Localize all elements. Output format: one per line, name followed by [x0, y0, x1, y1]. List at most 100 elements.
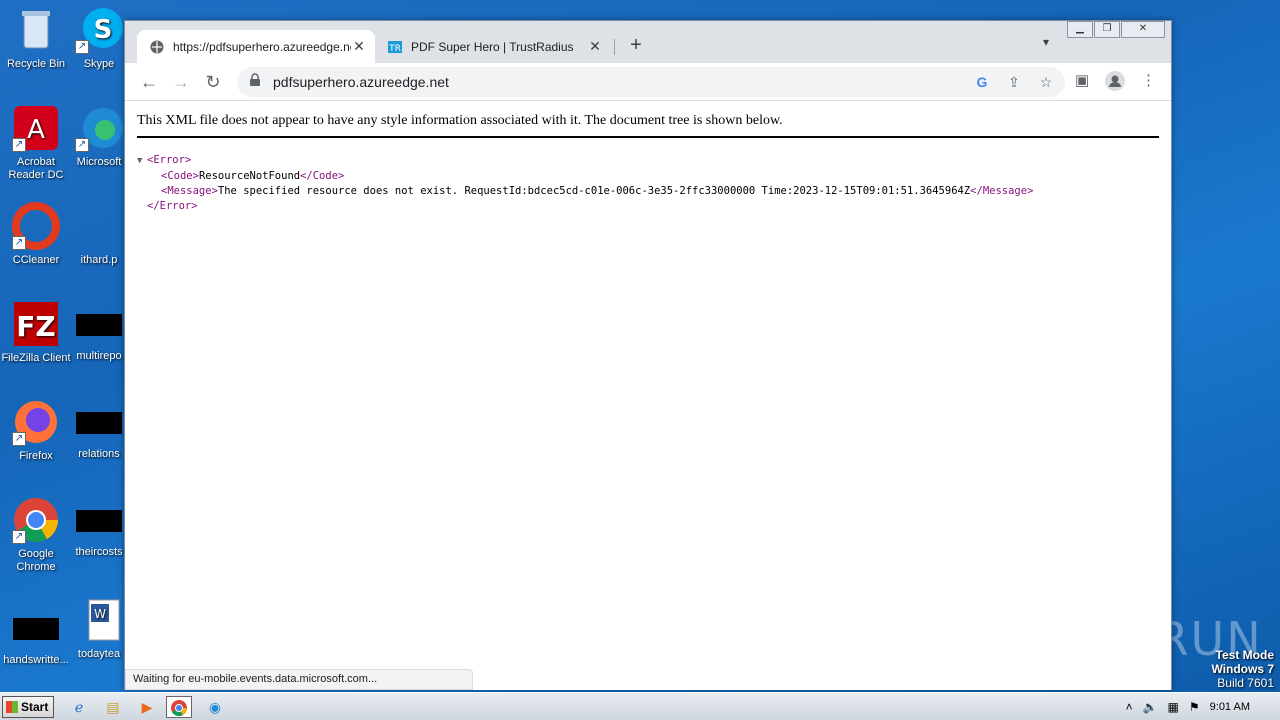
desktop-icon-label: Firefox — [19, 450, 53, 462]
xml-code-line: <Code>ResourceNotFound</Code> — [137, 169, 1033, 184]
google-icon[interactable]: G — [973, 74, 991, 90]
maximize-icon[interactable]: ❐ — [1094, 21, 1120, 38]
chrome-taskbar-icon[interactable] — [166, 696, 192, 718]
edge-taskbar-icon[interactable]: ◉ — [202, 696, 228, 718]
xml-info-header: This XML file does not appear to have an… — [137, 113, 1159, 138]
svg-text:TR: TR — [388, 44, 401, 54]
xml-tag: </Code> — [300, 170, 345, 182]
more-menu-icon[interactable]: ⋮ — [1141, 71, 1156, 89]
start-button[interactable]: Start — [2, 696, 54, 718]
taskbar: Start ℯ ▤ ▶ ◉ ˄ 🔈 ▦ ⚑ 9:01 AM — [0, 692, 1280, 720]
desktop-icon-label: Microsoft — [76, 156, 122, 168]
lock-icon[interactable] — [249, 72, 261, 92]
xml-message-line: <Message>The specified resource does not… — [137, 184, 1033, 199]
desktop-icon-ithard[interactable]: ithard.p — [72, 202, 126, 267]
shortcut-arrow-icon: ↗ — [12, 138, 26, 152]
file-explorer-icon[interactable]: ▤ — [100, 696, 126, 718]
desktop-icon-label: relations — [78, 448, 120, 460]
desktop-icon-theircosts[interactable]: theircosts — [72, 496, 126, 559]
desktop-icon-multirepo[interactable]: multirepo — [72, 300, 126, 363]
desktop-icon-acrobat[interactable]: A ↗ Acrobat Reader DC — [0, 104, 74, 182]
desktop-icon-label: CCleaner — [12, 254, 60, 266]
desktop-icon-label: theircosts — [75, 546, 123, 558]
tab-strip: https://pdfsuperhero.azureedge.net ✕ TR … — [125, 21, 1171, 63]
tab-search-chevron-icon[interactable]: ▾ — [1043, 35, 1049, 49]
desktop-icon-label: ithard.p — [80, 254, 118, 266]
clock[interactable]: 9:01 AM — [1210, 701, 1250, 713]
xml-tag: <Message> — [161, 185, 218, 197]
tab-title: https://pdfsuperhero.azureedge.net — [173, 39, 351, 54]
collapse-triangle-icon[interactable]: ▼ — [137, 154, 147, 169]
xml-code-value: ResourceNotFound — [198, 170, 301, 182]
tab-close-icon[interactable]: ✕ — [351, 38, 367, 55]
skype-icon: S ↗ — [75, 6, 123, 54]
page-content: This XML file does not appear to have an… — [125, 102, 1171, 690]
desktop-icon-label: Acrobat Reader DC — [8, 156, 64, 181]
file-thumbnail — [76, 412, 122, 434]
bookmark-star-icon[interactable]: ☆ — [1037, 74, 1055, 91]
desktop-icon-relations[interactable]: relations — [72, 398, 126, 461]
minimize-icon[interactable]: ▁ — [1067, 21, 1093, 38]
window-controls: ▁ ❐ ✕ — [1066, 21, 1165, 38]
recycle-bin-icon — [12, 6, 60, 54]
desktop-icon-microsoft-edge[interactable]: ↗ Microsoft — [72, 104, 126, 169]
address-url: pdfsuperhero.azureedge.net — [273, 74, 449, 90]
xml-tag: <Error> — [147, 154, 192, 166]
globe-icon — [149, 39, 165, 55]
forward-arrow-icon[interactable]: → — [169, 70, 193, 94]
desktop-icon-label: Recycle Bin — [6, 58, 66, 70]
reload-icon[interactable]: ↻ — [201, 70, 225, 94]
windows-logo-icon — [6, 701, 18, 713]
network-icon[interactable]: ▦ — [1168, 700, 1179, 714]
filezilla-icon: FZ — [12, 300, 60, 348]
share-icon[interactable]: ⇪ — [1005, 74, 1023, 91]
action-center-flag-icon[interactable]: ⚑ — [1189, 700, 1200, 714]
shortcut-arrow-icon: ↗ — [75, 138, 89, 152]
browser-toolbar: ← → ↻ pdfsuperhero.azureedge.net G ⇪ ☆ ▣… — [125, 63, 1171, 101]
xml-tree: ▼ <Error> <Code>ResourceNotFound</Code> <… — [137, 153, 1033, 214]
file-thumbnail — [13, 618, 59, 640]
volume-icon[interactable]: 🔈 — [1143, 700, 1158, 714]
desktop-icon-chrome[interactable]: ↗ Google Chrome — [0, 496, 74, 574]
ccleaner-icon: ↗ — [12, 202, 60, 250]
file-thumbnail — [76, 314, 122, 336]
desktop-icon-label: handswritte... — [3, 654, 69, 666]
chrome-icon: ↗ — [12, 496, 60, 544]
svg-text:FZ: FZ — [16, 310, 55, 343]
desktop-icon-todaytea[interactable]: W todaytea — [72, 596, 126, 661]
svg-text:S: S — [94, 15, 113, 45]
shortcut-arrow-icon: ↗ — [75, 40, 89, 54]
desktop-icon-label: Skype — [83, 58, 115, 70]
back-arrow-icon[interactable]: ← — [137, 70, 161, 94]
desktop-icon-skype[interactable]: S ↗ Skype — [72, 6, 126, 71]
desktop-icon-filezilla[interactable]: FZ FileZilla Client — [0, 300, 74, 365]
tray-chevron-icon[interactable]: ˄ — [1126, 700, 1133, 714]
status-bubble: Waiting for eu-mobile.events.data.micros… — [125, 669, 473, 690]
new-tab-button[interactable]: + — [625, 34, 647, 57]
svg-text:A: A — [27, 115, 45, 145]
desktop-icon-ccleaner[interactable]: ↗ CCleaner — [0, 202, 74, 267]
tab-trustradius[interactable]: TR PDF Super Hero | TrustRadius ✕ — [375, 30, 611, 63]
tab-pdfsuperhero[interactable]: https://pdfsuperhero.azureedge.net ✕ — [137, 30, 375, 63]
tab-separator — [614, 39, 615, 55]
desktop-icon-label: Google Chrome — [16, 548, 56, 573]
desktop-icon-recycle-bin[interactable]: Recycle Bin — [0, 6, 74, 71]
internet-explorer-icon[interactable]: ℯ — [66, 696, 92, 718]
acrobat-icon: A ↗ — [12, 104, 60, 152]
media-player-icon[interactable]: ▶ — [134, 696, 160, 718]
address-bar[interactable]: pdfsuperhero.azureedge.net G ⇪ ☆ — [237, 67, 1065, 97]
xml-tag: </Message> — [970, 185, 1034, 197]
trustradius-icon: TR — [387, 39, 403, 55]
side-panel-icon[interactable]: ▣ — [1075, 71, 1089, 89]
desktop-icon-handswritten[interactable]: handswritte... — [0, 604, 74, 667]
word-document-icon: W — [75, 596, 123, 644]
desktop-icon-firefox[interactable]: ↗ Firefox — [0, 398, 74, 463]
file-thumbnail — [76, 510, 122, 532]
tab-close-icon[interactable]: ✕ — [587, 38, 603, 55]
firefox-icon: ↗ — [12, 398, 60, 446]
xml-message-value: The specified resource does not exist. R… — [217, 185, 971, 197]
xml-tag: </Error> — [147, 200, 198, 212]
edge-icon: ↗ — [75, 104, 123, 152]
close-window-icon[interactable]: ✕ — [1121, 21, 1165, 38]
profile-avatar-icon[interactable] — [1105, 71, 1125, 95]
